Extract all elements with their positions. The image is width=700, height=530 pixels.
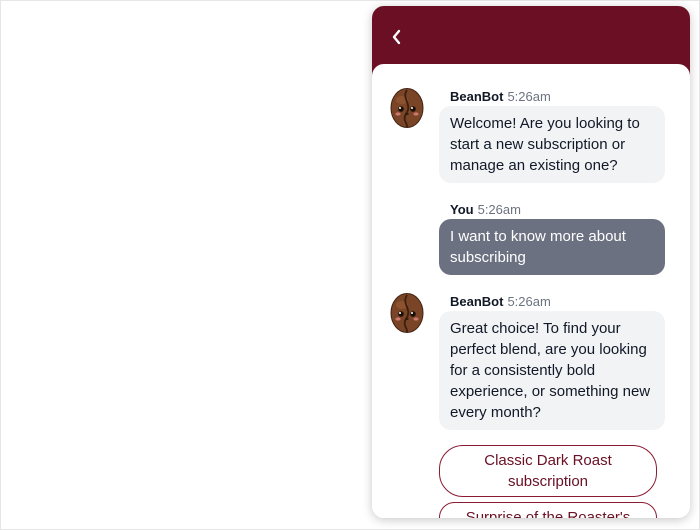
chat-messages[interactable]: BeanBot 5:26am Welcome! Are you looking t…: [372, 64, 690, 518]
chevron-left-icon: [392, 29, 401, 45]
message-meta: BeanBot 5:26am: [450, 294, 551, 310]
quick-reply-option[interactable]: Surprise of the Roaster's: [439, 502, 657, 518]
bot-avatar: [390, 88, 424, 128]
message-time: 5:26am: [507, 294, 551, 309]
chat-widget: BeanBot 5:26am Welcome! Are you looking t…: [372, 6, 690, 518]
coffee-bean-icon: [390, 88, 424, 128]
message-time: 5:26am: [477, 202, 521, 217]
message-meta: BeanBot 5:26am: [450, 89, 551, 105]
sender-name: BeanBot: [450, 294, 504, 309]
bot-message-bubble: Welcome! Are you looking to start a new …: [439, 106, 665, 183]
bot-message-bubble: Great choice! To find your perfect blend…: [439, 311, 665, 430]
quick-reply-option[interactable]: Classic Dark Roast subscription: [439, 445, 657, 497]
message-meta: You 5:26am: [450, 202, 521, 218]
sender-name: You: [450, 202, 474, 217]
back-button[interactable]: [386, 26, 408, 48]
user-message-bubble: I want to know more about subscribing: [439, 219, 665, 275]
sender-name: BeanBot: [450, 89, 504, 104]
coffee-bean-icon: [390, 293, 424, 333]
message-time: 5:26am: [507, 89, 551, 104]
bot-avatar: [390, 293, 424, 333]
